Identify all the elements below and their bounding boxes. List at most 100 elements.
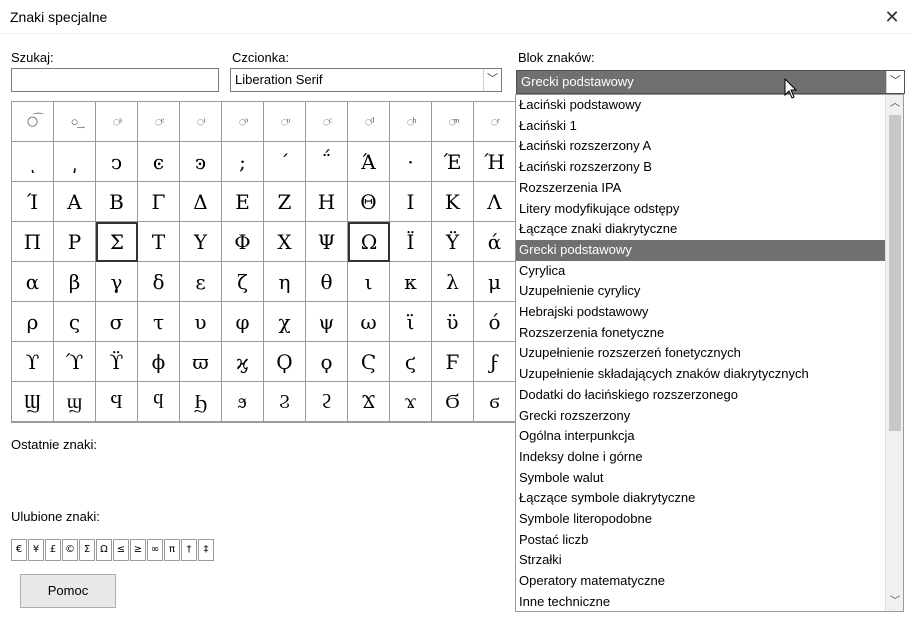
char-cell[interactable]: Ϩ: [264, 382, 306, 422]
scrollbar[interactable]: ︿ ﹀: [885, 95, 903, 611]
char-cell[interactable]: ϕ: [138, 342, 180, 382]
char-cell[interactable]: ϖ: [180, 342, 222, 382]
char-cell[interactable]: Θ: [348, 182, 390, 222]
favorite-char[interactable]: €: [11, 539, 27, 561]
char-cell[interactable]: ϥ: [138, 382, 180, 422]
char-cell[interactable]: ϒ: [12, 342, 54, 382]
font-select[interactable]: Liberation Serif ﹀: [230, 68, 502, 92]
scrollbar-thumb[interactable]: [889, 115, 901, 431]
char-cell[interactable]: β: [54, 262, 96, 302]
char-cell[interactable]: ͵: [54, 142, 96, 182]
favorite-char[interactable]: Σ: [79, 539, 95, 561]
char-cell[interactable]: ϊ: [390, 302, 432, 342]
char-cell[interactable]: ω: [348, 302, 390, 342]
char-cell[interactable]: ϫ: [390, 382, 432, 422]
char-cell[interactable]: ζ: [222, 262, 264, 302]
favorite-char[interactable]: £: [45, 539, 61, 561]
char-cell[interactable]: Δ: [180, 182, 222, 222]
char-cell[interactable]: Ϧ: [180, 382, 222, 422]
char-cell[interactable]: ○͢: [54, 102, 96, 142]
block-list-item[interactable]: Symbole literopodobne: [516, 509, 886, 530]
char-cell[interactable]: ά: [474, 222, 516, 262]
char-cell[interactable]: ϋ: [432, 302, 474, 342]
char-cell[interactable]: ◌ͬ: [474, 102, 516, 142]
char-cell[interactable]: ◌ͪ: [390, 102, 432, 142]
char-cell[interactable]: Ά: [348, 142, 390, 182]
char-cell[interactable]: Ϝ: [432, 342, 474, 382]
char-cell[interactable]: λ: [432, 262, 474, 302]
char-cell[interactable]: ◌ͥ: [180, 102, 222, 142]
char-cell[interactable]: ϩ: [306, 382, 348, 422]
char-cell[interactable]: Ϊ: [390, 222, 432, 262]
char-cell[interactable]: Ί: [12, 182, 54, 222]
block-list-item[interactable]: Rozszerzenia IPA: [516, 178, 886, 199]
char-cell[interactable]: Ρ: [54, 222, 96, 262]
char-cell[interactable]: Ψ: [306, 222, 348, 262]
favorite-char[interactable]: ©: [62, 539, 78, 561]
char-cell[interactable]: Κ: [432, 182, 474, 222]
block-list-item[interactable]: Strzałki: [516, 550, 886, 571]
char-cell[interactable]: Ϭ: [432, 382, 474, 422]
block-list-item[interactable]: Grecki podstawowy: [516, 239, 886, 261]
char-cell[interactable]: Ι: [390, 182, 432, 222]
char-cell[interactable]: Ϫ: [348, 382, 390, 422]
block-list-item[interactable]: Uzupełnienie rozszerzeń fonetycznych: [516, 343, 886, 364]
char-cell[interactable]: ς: [54, 302, 96, 342]
char-cell[interactable]: Π: [12, 222, 54, 262]
char-cell[interactable]: δ: [138, 262, 180, 302]
char-cell[interactable]: Χ: [264, 222, 306, 262]
block-list-item[interactable]: Postać liczb: [516, 530, 886, 551]
char-cell[interactable]: ρ: [12, 302, 54, 342]
char-cell[interactable]: ϭ: [474, 382, 516, 422]
char-cell[interactable]: Ϛ: [348, 342, 390, 382]
char-cell[interactable]: ϛ: [390, 342, 432, 382]
search-input[interactable]: [11, 68, 219, 92]
char-cell[interactable]: τ: [138, 302, 180, 342]
block-list-item[interactable]: Łaciński rozszerzony A: [516, 136, 886, 157]
char-cell[interactable]: ϔ: [96, 342, 138, 382]
char-cell[interactable]: ΅: [306, 142, 348, 182]
block-list-item[interactable]: Łaciński podstawowy: [516, 95, 886, 116]
char-cell[interactable]: Έ: [432, 142, 474, 182]
char-cell[interactable]: ͽ: [180, 142, 222, 182]
char-cell[interactable]: ψ: [306, 302, 348, 342]
char-cell[interactable]: ◌ͤ: [138, 102, 180, 142]
char-cell[interactable]: χ: [264, 302, 306, 342]
char-cell[interactable]: Β: [96, 182, 138, 222]
char-cell[interactable]: ◌ͦ: [222, 102, 264, 142]
chevron-down-icon[interactable]: ﹀: [483, 69, 501, 91]
block-list-item[interactable]: Łączące symbole diakrytyczne: [516, 488, 886, 509]
favorite-char[interactable]: ‡: [198, 539, 214, 561]
favorite-char[interactable]: ≤: [113, 539, 129, 561]
char-cell[interactable]: φ: [222, 302, 264, 342]
char-cell[interactable]: ε: [180, 262, 222, 302]
favorite-char[interactable]: ∞: [147, 539, 163, 561]
char-cell[interactable]: ○͡: [12, 102, 54, 142]
block-list-item[interactable]: Litery modyfikujące odstępy: [516, 199, 886, 220]
block-list-item[interactable]: Indeksy dolne i górne: [516, 447, 886, 468]
char-cell[interactable]: ͼ: [138, 142, 180, 182]
block-list-item[interactable]: Łaciński 1: [516, 116, 886, 137]
char-cell[interactable]: ϙ: [306, 342, 348, 382]
char-cell[interactable]: η: [264, 262, 306, 302]
char-cell[interactable]: Φ: [222, 222, 264, 262]
char-cell[interactable]: υ: [180, 302, 222, 342]
char-cell[interactable]: Α: [54, 182, 96, 222]
char-cell[interactable]: Τ: [138, 222, 180, 262]
block-dropdown-list[interactable]: Łaciński podstawowy Łaciński 1 Łaciński ro…: [515, 94, 904, 612]
favorite-char[interactable]: Ω: [96, 539, 112, 561]
block-list-item[interactable]: Inne techniczne: [516, 592, 886, 611]
char-cell[interactable]: Σ: [96, 222, 138, 262]
block-list-item[interactable]: Dodatki do łacińskiego rozszerzonego: [516, 385, 886, 406]
char-cell[interactable]: Υ: [180, 222, 222, 262]
favorite-char[interactable]: ≥: [130, 539, 146, 561]
block-list-item[interactable]: Ogólna interpunkcja: [516, 426, 886, 447]
favorite-char[interactable]: ¥: [28, 539, 44, 561]
char-cell[interactable]: σ: [96, 302, 138, 342]
char-cell[interactable]: ϗ: [222, 342, 264, 382]
block-list-item[interactable]: Symbole walut: [516, 468, 886, 489]
block-list-item[interactable]: Operatory matematyczne: [516, 571, 886, 592]
close-icon[interactable]: ✕: [872, 0, 912, 34]
help-button[interactable]: Pomoc: [20, 574, 116, 608]
char-cell[interactable]: ϓ: [54, 342, 96, 382]
